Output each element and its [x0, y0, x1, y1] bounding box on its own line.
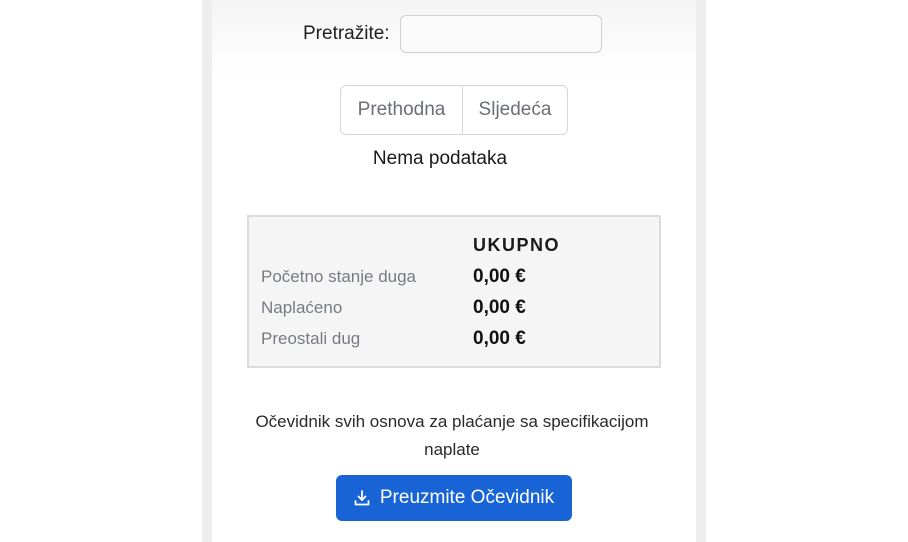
summary-value-remaining-debt: 0,00 € [473, 328, 526, 349]
page: Pretražite: Prethodna Sljedeća Nema poda… [0, 0, 908, 542]
download-icon [354, 490, 370, 506]
previous-page-button[interactable]: Prethodna [341, 86, 463, 134]
empty-table-message: Nema podataka [372, 148, 508, 169]
download-description: Očevidnik svih osnova za plaćanje sa spe… [255, 412, 649, 459]
search-row: Pretražite: [212, 15, 696, 55]
summary-value-collected: 0,00 € [473, 297, 526, 318]
summary-header: UKUPNO [473, 235, 561, 255]
debt-summary-box: UKUPNO Početno stanje duga 0,00 € Naplać… [247, 215, 661, 368]
content-panel: Pretražite: Prethodna Sljedeća Nema poda… [212, 0, 696, 542]
download-register-button[interactable]: Preuzmite Očevidnik [336, 475, 572, 521]
summary-label-collected: Naplaćeno [261, 298, 343, 317]
summary-label-initial-debt: Početno stanje duga [261, 267, 417, 286]
next-page-button[interactable]: Sljedeća [463, 86, 567, 134]
summary-value-initial-debt: 0,00 € [473, 266, 526, 287]
pagination: Prethodna Sljedeća [340, 85, 568, 135]
search-input[interactable] [400, 15, 602, 53]
summary-label-remaining-debt: Preostali dug [261, 329, 361, 348]
download-button-label: Preuzmite Očevidnik [379, 487, 555, 508]
search-label: Pretražite: [303, 23, 390, 44]
